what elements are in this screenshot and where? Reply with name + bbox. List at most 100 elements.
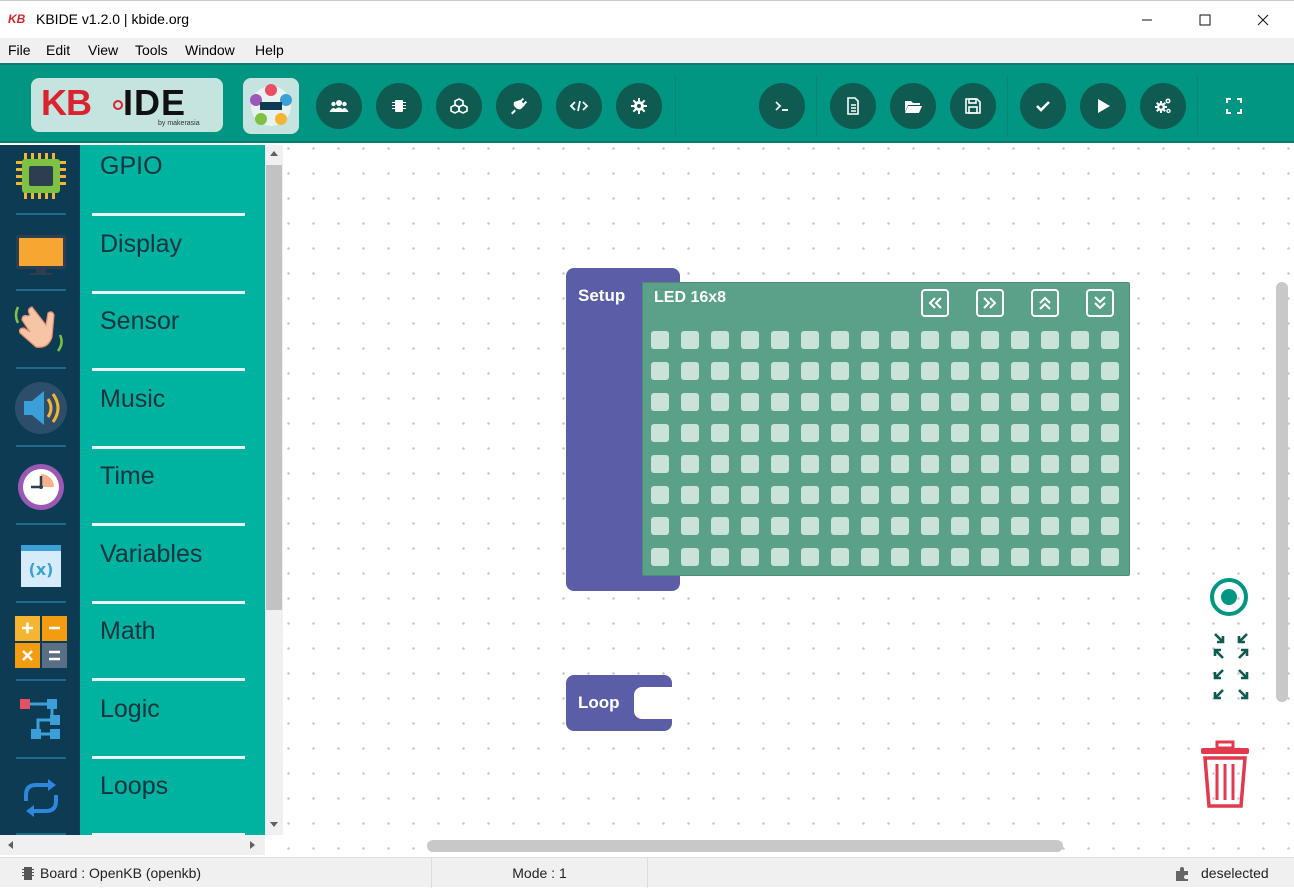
open-folder-button[interactable] — [890, 83, 936, 129]
led-cell[interactable] — [1041, 486, 1059, 504]
led-cell[interactable] — [1041, 331, 1059, 349]
led-cell[interactable] — [951, 331, 969, 349]
terminal-button[interactable] — [759, 83, 805, 129]
led-cell[interactable] — [741, 486, 759, 504]
led-cell[interactable] — [711, 548, 729, 566]
led-cell[interactable] — [681, 455, 699, 473]
led-cell[interactable] — [951, 424, 969, 442]
led-cell[interactable] — [651, 548, 669, 566]
led-cell[interactable] — [831, 424, 849, 442]
clock-icon[interactable] — [14, 459, 68, 513]
led-cell[interactable] — [891, 455, 909, 473]
led-cell[interactable] — [981, 548, 999, 566]
led-cell[interactable] — [981, 424, 999, 442]
led-cell[interactable] — [681, 331, 699, 349]
scroll-down-icon[interactable] — [269, 821, 279, 829]
led-cell[interactable] — [951, 548, 969, 566]
new-file-button[interactable] — [830, 83, 876, 129]
led-cell[interactable] — [1071, 486, 1089, 504]
led-cell[interactable] — [681, 548, 699, 566]
led-cell[interactable] — [771, 424, 789, 442]
led-cell[interactable] — [861, 331, 879, 349]
menu-window[interactable]: Window — [185, 42, 235, 58]
led-cell[interactable] — [1011, 393, 1029, 411]
led-cell[interactable] — [711, 486, 729, 504]
led-cell[interactable] — [681, 362, 699, 380]
led-cell[interactable] — [861, 424, 879, 442]
loop-icon[interactable] — [14, 771, 68, 825]
calculator-icon[interactable] — [14, 615, 68, 669]
led-cell[interactable] — [921, 486, 939, 504]
category-loops[interactable]: Loops — [92, 758, 245, 836]
led-cell[interactable] — [1041, 424, 1059, 442]
led-cell[interactable] — [681, 424, 699, 442]
variables-icon[interactable]: (x) — [14, 539, 68, 593]
led-cell[interactable] — [771, 486, 789, 504]
led-cell[interactable] — [1071, 331, 1089, 349]
plugins-button[interactable] — [436, 83, 482, 129]
loop-block[interactable]: Loop — [566, 675, 674, 731]
led-cell[interactable] — [891, 548, 909, 566]
led-cell[interactable] — [741, 393, 759, 411]
menu-file[interactable]: File — [8, 42, 31, 58]
community-button[interactable] — [316, 83, 362, 129]
led-cell[interactable] — [1011, 331, 1029, 349]
advanced-settings-button[interactable] — [1140, 83, 1186, 129]
category-variables[interactable]: Variables — [92, 526, 245, 604]
led-cell[interactable] — [951, 362, 969, 380]
led-cell[interactable] — [741, 455, 759, 473]
display-icon[interactable] — [14, 227, 68, 281]
led-cell[interactable] — [711, 393, 729, 411]
menu-help[interactable]: Help — [255, 42, 284, 58]
led-cell[interactable] — [741, 362, 759, 380]
led-cell[interactable] — [801, 331, 819, 349]
category-display[interactable]: Display — [92, 216, 245, 294]
led-cell[interactable] — [981, 393, 999, 411]
category-gpio[interactable]: GPIO — [92, 138, 245, 216]
led-cell[interactable] — [1101, 393, 1119, 411]
category-math[interactable]: Math — [92, 603, 245, 681]
led-cell[interactable] — [1041, 548, 1059, 566]
category-sensor[interactable]: Sensor — [92, 293, 245, 371]
compile-button[interactable] — [1020, 83, 1066, 129]
shift-up-button[interactable] — [1031, 289, 1059, 317]
led-cell[interactable] — [771, 362, 789, 380]
category-time[interactable]: Time — [92, 448, 245, 526]
led-cell[interactable] — [771, 548, 789, 566]
led-cell[interactable] — [861, 362, 879, 380]
led-cell[interactable] — [861, 486, 879, 504]
led-cell[interactable] — [651, 393, 669, 411]
led-cell[interactable] — [831, 548, 849, 566]
led-cell[interactable] — [1041, 455, 1059, 473]
led-matrix-block[interactable]: LED 16x8 — [642, 282, 1130, 576]
maximize-button[interactable] — [1176, 1, 1234, 39]
led-cell[interactable] — [831, 362, 849, 380]
led-cell[interactable] — [891, 331, 909, 349]
shift-left-button[interactable] — [921, 289, 949, 317]
category-music[interactable]: Music — [92, 371, 245, 449]
shift-down-button[interactable] — [1086, 289, 1114, 317]
led-cell[interactable] — [831, 517, 849, 535]
led-cell[interactable] — [861, 517, 879, 535]
led-cell[interactable] — [1101, 455, 1119, 473]
blockly-workspace[interactable]: Setup LED 16x8 Loop — [285, 145, 1294, 857]
run-button[interactable] — [1080, 83, 1126, 129]
fullscreen-button[interactable] — [1211, 83, 1257, 129]
led-cell[interactable] — [1101, 486, 1119, 504]
led-cell[interactable] — [891, 424, 909, 442]
led-cell[interactable] — [1011, 455, 1029, 473]
led-cell[interactable] — [771, 455, 789, 473]
recenter-icon[interactable] — [1209, 577, 1249, 617]
close-button[interactable] — [1234, 1, 1292, 39]
led-cell[interactable] — [1101, 517, 1119, 535]
code-button[interactable] — [556, 83, 602, 129]
led-cell[interactable] — [981, 517, 999, 535]
led-cell[interactable] — [801, 393, 819, 411]
led-cell[interactable] — [711, 455, 729, 473]
led-cell[interactable] — [1071, 517, 1089, 535]
category-logic[interactable]: Logic — [92, 681, 245, 759]
led-cell[interactable] — [771, 331, 789, 349]
led-cell[interactable] — [1041, 517, 1059, 535]
led-cell[interactable] — [681, 393, 699, 411]
led-cell[interactable] — [681, 486, 699, 504]
